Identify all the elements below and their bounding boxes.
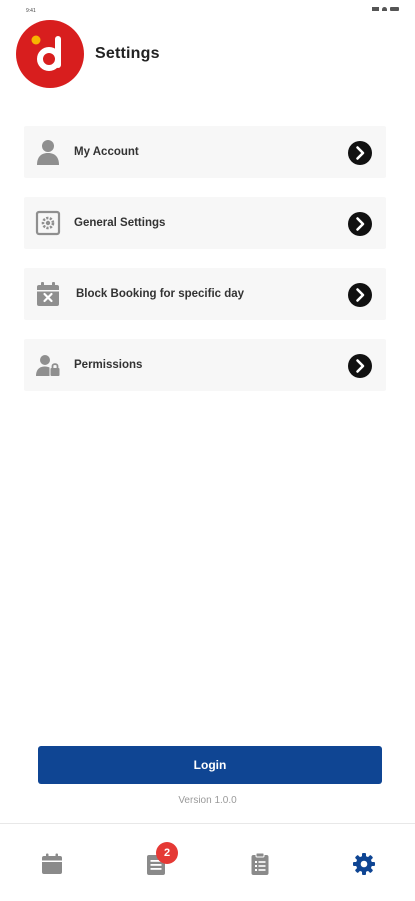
- person-icon: [35, 138, 61, 166]
- clipboard-icon: [251, 852, 269, 875]
- calendar-icon: [42, 853, 62, 874]
- header: Settings: [16, 20, 160, 88]
- version-text: Version 1.0.0: [178, 795, 237, 806]
- notification-badge: 2: [156, 842, 178, 864]
- status-bar: 9:41: [0, 0, 415, 22]
- menu-item-label: Permissions: [74, 359, 143, 371]
- tab-tasks[interactable]: [247, 851, 273, 877]
- user-lock-icon: [35, 351, 61, 379]
- menu-item-my-account[interactable]: My Account: [24, 126, 386, 178]
- gear-square-icon: [35, 209, 61, 237]
- chevron-right-circle-icon: [348, 354, 372, 378]
- page-title: Settings: [95, 45, 160, 62]
- menu-item-label: My Account: [74, 146, 139, 158]
- tab-settings[interactable]: [351, 851, 377, 877]
- chevron-right-circle-icon: [348, 141, 372, 165]
- menu-item-block-booking[interactable]: Block Booking for specific day: [24, 268, 386, 320]
- logo-mark: [31, 35, 61, 71]
- tab-bookings[interactable]: 2: [143, 842, 178, 877]
- wifi-icon: [382, 7, 387, 11]
- bottom-tab-bar: 2: [0, 823, 415, 901]
- login-button[interactable]: Login: [38, 746, 382, 784]
- calendar-x-icon: [35, 280, 61, 308]
- chevron-right-circle-icon: [348, 283, 372, 307]
- settings-menu: My Account General Settings Block Bookin…: [24, 126, 386, 410]
- status-icons: [372, 7, 399, 11]
- menu-item-label: Block Booking for specific day: [76, 288, 245, 300]
- status-time: 9:41: [26, 8, 36, 14]
- battery-icon: [390, 7, 399, 11]
- signal-icon: [372, 7, 379, 11]
- tab-calendar[interactable]: [39, 851, 65, 877]
- chevron-right-circle-icon: [348, 212, 372, 236]
- menu-item-permissions[interactable]: Permissions: [24, 339, 386, 391]
- menu-item-general-settings[interactable]: General Settings: [24, 197, 386, 249]
- app-logo: [16, 20, 84, 88]
- gear-icon: [353, 853, 375, 875]
- menu-item-label: General Settings: [74, 217, 166, 229]
